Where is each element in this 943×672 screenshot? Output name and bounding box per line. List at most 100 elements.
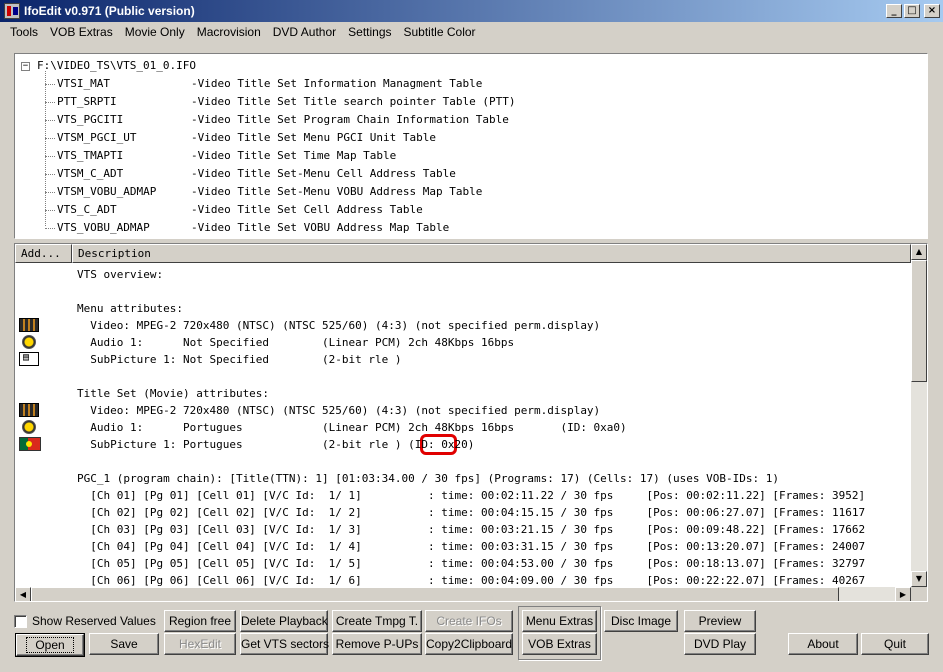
scroll-right-icon[interactable]: ▶ xyxy=(895,587,911,601)
create-tmpg-button[interactable]: Create Tmpg T. xyxy=(332,610,422,632)
vertical-scrollbar[interactable]: ▲ ▼ xyxy=(911,244,927,587)
menu-vob-extras[interactable]: VOB Extras xyxy=(44,25,119,39)
tree-item[interactable]: VTS_PGCITI -Video Title Set Program Chain… xyxy=(45,111,509,129)
audio-icon[interactable] xyxy=(22,335,36,349)
tree-item[interactable]: VTSM_VOBU_ADMAP -Video Title Set-Menu VOB… xyxy=(45,183,482,201)
delete-playback-button[interactable]: Delete Playback xyxy=(240,610,328,632)
save-button[interactable]: Save xyxy=(89,633,159,655)
create-ifos-button[interactable]: Create IFOs xyxy=(425,610,513,632)
list-item[interactable]: Audio 1: Not Specified (Linear PCM) 2ch … xyxy=(77,334,514,351)
menu-macrovision[interactable]: Macrovision xyxy=(191,25,267,39)
tree-item-name: PTT_SRPTI xyxy=(57,95,117,108)
list-item[interactable]: SubPicture 1: Not Specified (2-bit rle ) xyxy=(77,351,401,368)
close-button[interactable]: × xyxy=(924,4,940,18)
horizontal-scrollbar[interactable]: ◀ ▶ xyxy=(15,587,911,601)
description-list[interactable]: Add... Description VTS overview: Menu att… xyxy=(14,243,928,602)
tree-item[interactable]: VTS_C_ADT -Video Title Set Cell Address T… xyxy=(45,201,423,219)
tree-item[interactable]: PTT_SRPTI -Video Title Set Title search p… xyxy=(45,93,516,111)
list-item[interactable]: [Ch 01] [Pg 01] [Cell 01] [V/C Id: 1/ 1]… xyxy=(77,487,865,504)
tree-item-description: -Video Title Set Program Chain Informati… xyxy=(191,113,509,126)
menu-movie-only[interactable]: Movie Only xyxy=(119,25,191,39)
tree-item-name: VTSM_PGCI_UT xyxy=(57,131,137,144)
tree-branch-line xyxy=(45,191,55,193)
list-item[interactable]: PGC_1 (program chain): [Title(TTN): 1] [… xyxy=(77,470,779,487)
scroll-up-icon[interactable]: ▲ xyxy=(911,244,927,260)
tree-item-description: -Video Title Set Time Map Table xyxy=(191,149,397,162)
subpicture-icon[interactable] xyxy=(19,352,39,366)
list-item[interactable]: Title Set (Movie) attributes: xyxy=(77,385,269,402)
list-item[interactable]: Video: MPEG-2 720x480 (NTSC) (NTSC 525/6… xyxy=(77,317,600,334)
list-item[interactable]: VTS overview: xyxy=(77,266,163,283)
tree-item[interactable]: VTS_TMAPTI -Video Title Set Time Map Tabl… xyxy=(45,147,396,165)
tree-branch-line xyxy=(45,155,55,157)
vob-extras-button[interactable]: VOB Extras xyxy=(522,633,597,655)
dvd-play-button[interactable]: DVD Play xyxy=(684,633,756,655)
tree-branch-line xyxy=(45,137,55,139)
tree-item-description: -Video Title Set Menu PGCI Unit Table xyxy=(191,131,437,144)
tree-item-description: -Video Title Set Cell Address Table xyxy=(191,203,423,216)
list-item[interactable]: SubPicture 1: Portugues (2-bit rle ) (ID… xyxy=(77,436,474,453)
tree-branch-line xyxy=(45,119,55,121)
tree-item-name: VTS_VOBU_ADMAP xyxy=(57,221,150,234)
tree-root-path[interactable]: F:\VIDEO_TS\VTS_01_0.IFO xyxy=(37,57,196,75)
open-button[interactable]: Open xyxy=(15,633,85,657)
horizontal-scroll-thumb[interactable] xyxy=(31,587,839,601)
audio-icon[interactable] xyxy=(22,420,36,434)
tree-branch-line xyxy=(45,173,55,175)
collapse-toggle-icon[interactable]: − xyxy=(21,62,30,71)
list-item[interactable]: Video: MPEG-2 720x480 (NTSC) (NTSC 525/6… xyxy=(77,402,600,419)
title-bar: IfoEdit v0.971 (Public version) _ □ × xyxy=(0,0,943,22)
about-button[interactable]: About xyxy=(788,633,858,655)
tree-item[interactable]: VTSM_C_ADT -Video Title Set-Menu Cell Add… xyxy=(45,165,456,183)
minimize-button[interactable]: _ xyxy=(886,4,902,18)
list-item[interactable]: [Ch 04] [Pg 04] [Cell 04] [V/C Id: 1/ 4]… xyxy=(77,538,865,555)
menu-subtitle-color[interactable]: Subtitle Color xyxy=(398,25,482,39)
tree-branch-line xyxy=(45,209,55,211)
scroll-down-icon[interactable]: ▼ xyxy=(911,571,927,587)
copy2clipboard-button[interactable]: Copy2Clipboard xyxy=(425,633,513,655)
region-free-button[interactable]: Region free xyxy=(164,610,236,632)
show-reserved-checkbox[interactable]: Show Reserved Values xyxy=(14,612,156,630)
menu-extras-button[interactable]: Menu Extras xyxy=(522,610,597,632)
scroll-left-icon[interactable]: ◀ xyxy=(15,587,31,601)
ifo-tree[interactable]: − F:\VIDEO_TS\VTS_01_0.IFO VTSI_MAT -Vide… xyxy=(14,53,928,239)
menu-tools[interactable]: Tools xyxy=(4,25,44,39)
list-body: VTS overview: Menu attributes: Video: MPE… xyxy=(15,264,911,587)
tree-item-name: VTS_C_ADT xyxy=(57,203,117,216)
get-vts-sectors-button[interactable]: Get VTS sectors xyxy=(240,633,329,655)
disc-image-button[interactable]: Disc Image xyxy=(604,610,678,632)
scrollbar-corner xyxy=(911,587,927,601)
film-icon[interactable] xyxy=(19,403,39,417)
remove-pups-button[interactable]: Remove P-UPs xyxy=(332,633,422,655)
tree-item-description: -Video Title Set Title search pointer Ta… xyxy=(191,95,516,108)
vertical-scroll-thumb[interactable] xyxy=(911,260,927,382)
tree-branch-line xyxy=(45,83,55,85)
window-controls: _ □ × xyxy=(886,4,940,18)
hexedit-button[interactable]: HexEdit xyxy=(164,633,236,655)
tree-item-name: VTS_TMAPTI xyxy=(57,149,124,162)
list-item[interactable]: [Ch 02] [Pg 02] [Cell 02] [V/C Id: 1/ 2]… xyxy=(77,504,865,521)
checkbox-box[interactable] xyxy=(14,614,27,628)
menu-dvd-author[interactable]: DVD Author xyxy=(267,25,342,39)
list-item[interactable]: [Ch 06] [Pg 06] [Cell 06] [V/C Id: 1/ 6]… xyxy=(77,572,865,587)
tree-item-description: -Video Title Set-Menu VOBU Address Map T… xyxy=(191,185,483,198)
maximize-button[interactable]: □ xyxy=(904,4,920,18)
tree-item[interactable]: VTS_VOBU_ADMAP -Video Title Set VOBU Addr… xyxy=(45,219,449,237)
menu-settings[interactable]: Settings xyxy=(342,25,397,39)
tree-item[interactable]: VTSI_MAT -Video Title Set Information Man… xyxy=(45,75,482,93)
list-item[interactable]: Menu attributes: xyxy=(77,300,183,317)
menu-bar: Tools VOB Extras Movie Only Macrovision … xyxy=(0,22,943,42)
app-icon[interactable] xyxy=(4,3,20,19)
column-header-description[interactable]: Description xyxy=(72,244,911,263)
quit-button[interactable]: Quit xyxy=(861,633,929,655)
window-title: IfoEdit v0.971 (Public version) xyxy=(24,4,195,18)
flag-icon[interactable] xyxy=(19,437,41,451)
preview-button[interactable]: Preview xyxy=(684,610,756,632)
film-icon[interactable] xyxy=(19,318,39,332)
list-item[interactable]: Audio 1: Portugues (Linear PCM) 2ch 48Kb… xyxy=(77,419,626,436)
list-item[interactable]: [Ch 03] [Pg 03] [Cell 03] [V/C Id: 1/ 3]… xyxy=(77,521,865,538)
list-item[interactable]: [Ch 05] [Pg 05] [Cell 05] [V/C Id: 1/ 5]… xyxy=(77,555,865,572)
tree-item-description: -Video Title Set Information Managment T… xyxy=(191,77,483,90)
tree-item[interactable]: VTSM_PGCI_UT -Video Title Set Menu PGCI U… xyxy=(45,129,436,147)
column-header-add[interactable]: Add... xyxy=(15,244,72,263)
